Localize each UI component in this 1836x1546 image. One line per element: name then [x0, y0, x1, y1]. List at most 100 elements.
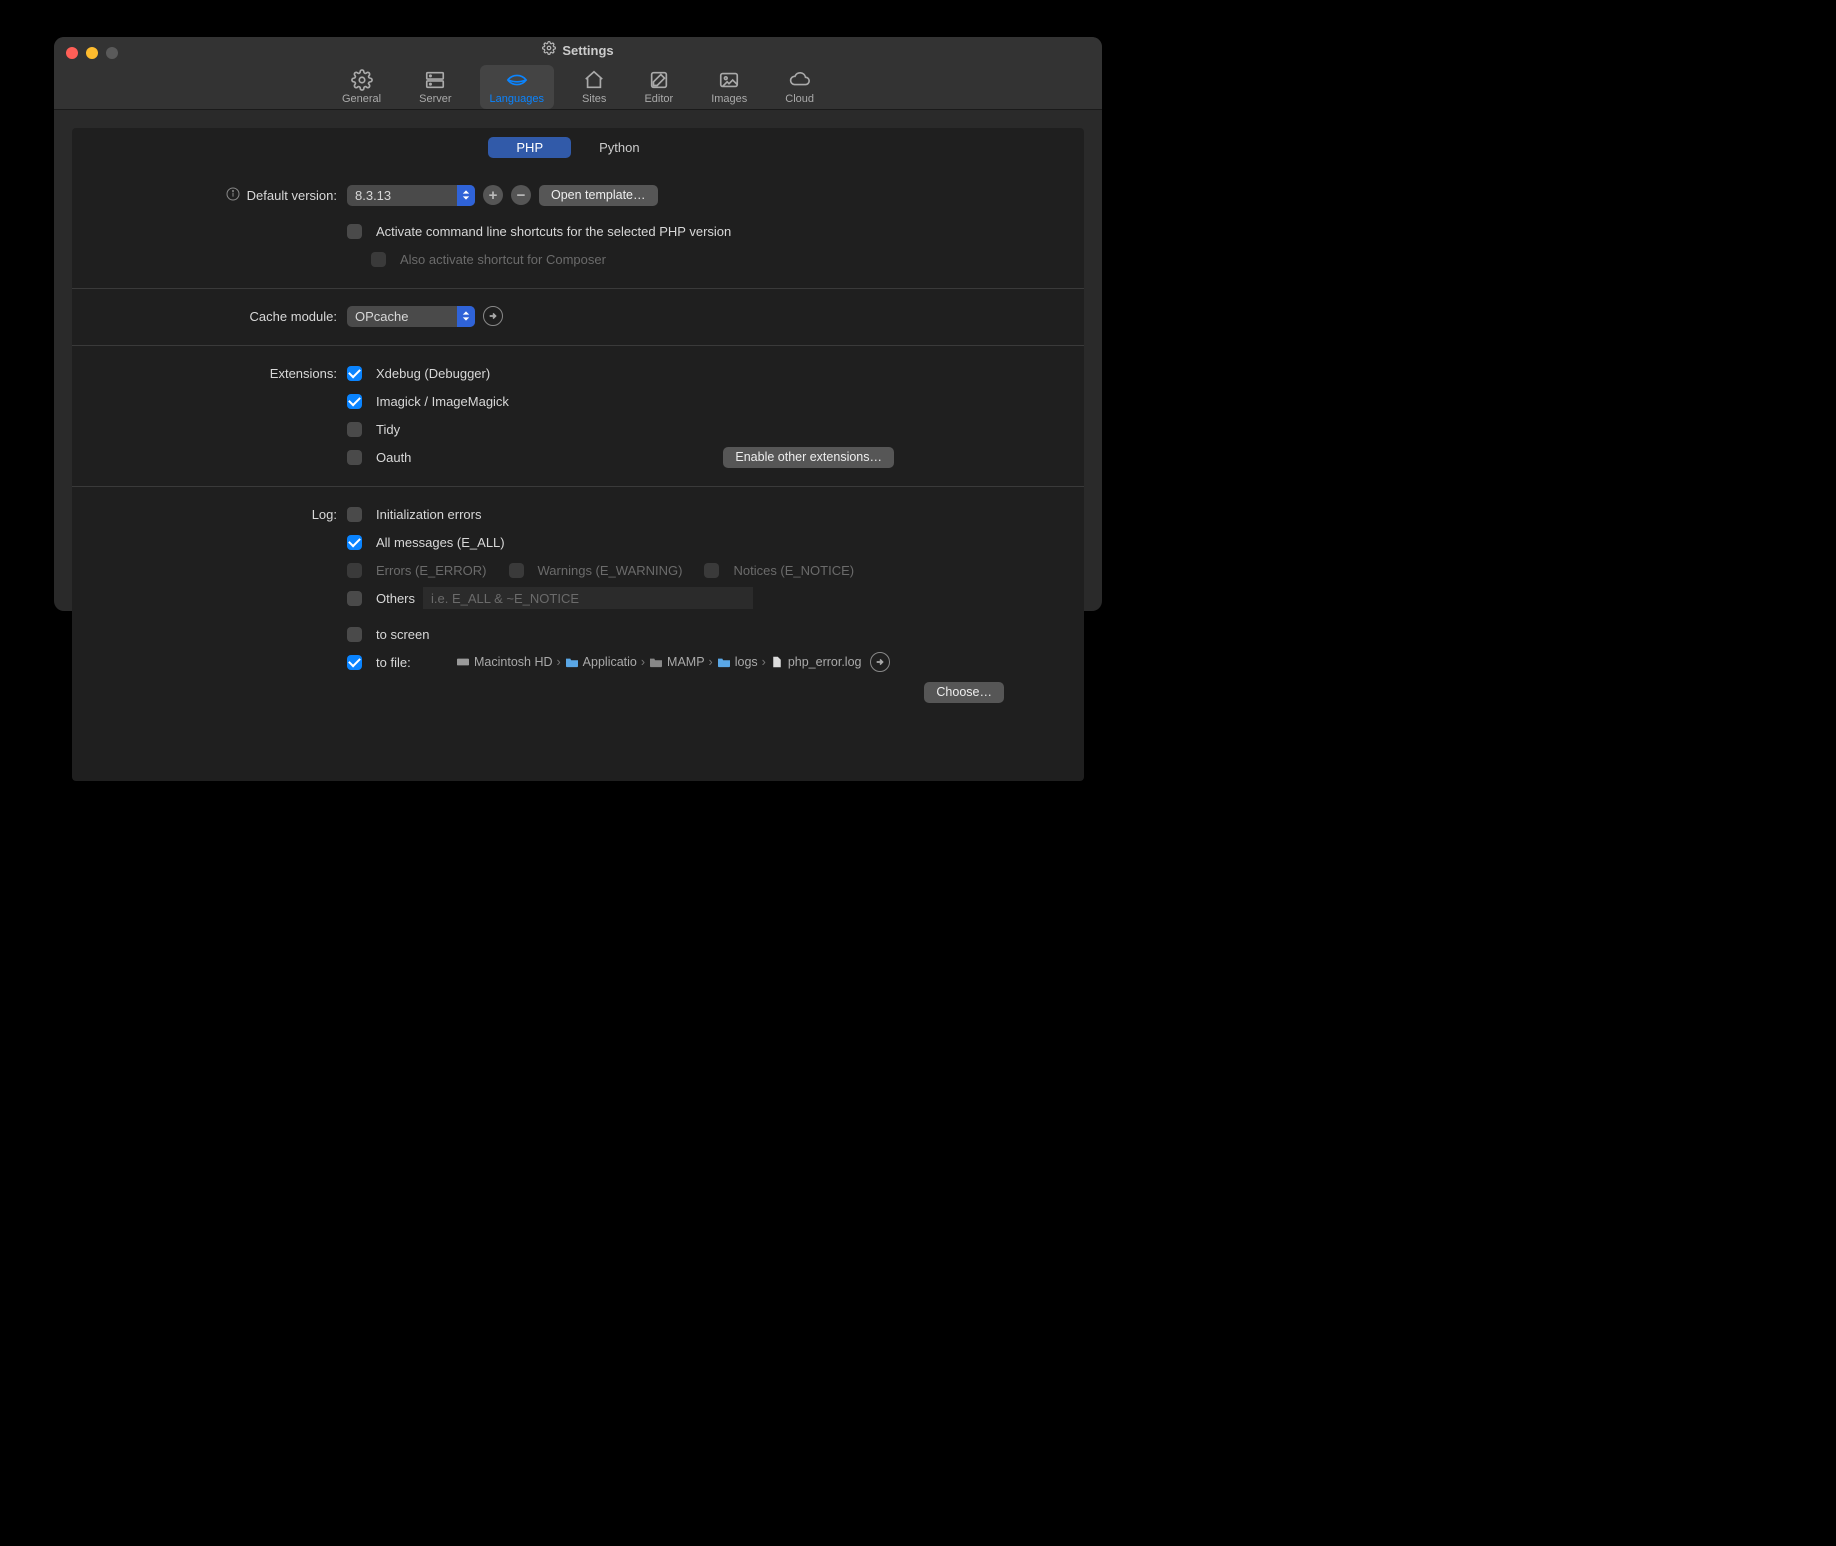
activate-cli-label: Activate command line shortcuts for the …	[376, 224, 731, 239]
settings-window: Settings General Server Languages Sites …	[54, 37, 1102, 611]
enable-other-extensions-button[interactable]: Enable other extensions…	[723, 447, 894, 468]
log-warnings-checkbox	[509, 563, 524, 578]
remove-version-button[interactable]: −	[511, 185, 531, 205]
path-disk[interactable]: Macintosh HD	[456, 655, 553, 669]
section-extensions: Extensions: Xdebug (Debugger) Imagick / …	[72, 346, 1084, 487]
toolbar-tab-general[interactable]: General	[332, 65, 391, 109]
extension-label: Imagick / ImageMagick	[376, 394, 509, 409]
toolbar-tab-server[interactable]: Server	[409, 65, 461, 109]
toolbar-tab-sites[interactable]: Sites	[572, 65, 616, 109]
edit-icon	[647, 69, 671, 91]
toolbar-tab-editor[interactable]: Editor	[634, 65, 683, 109]
log-to-file-checkbox[interactable]	[347, 655, 362, 670]
settings-panel: PHP Python Default version: 8.3.13	[72, 128, 1084, 781]
window-controls	[66, 47, 118, 59]
chevron-right-icon: ›	[762, 655, 766, 669]
cache-label: Cache module:	[250, 309, 337, 324]
log-warnings-label: Warnings (E_WARNING)	[538, 563, 683, 578]
log-init-errors-checkbox[interactable]	[347, 507, 362, 522]
extensions-label: Extensions:	[270, 366, 337, 381]
subtab-python[interactable]: Python	[571, 137, 667, 158]
activate-composer-label: Also activate shortcut for Composer	[400, 252, 606, 267]
log-to-screen-checkbox[interactable]	[347, 627, 362, 642]
home-icon	[582, 69, 606, 91]
activate-cli-checkbox[interactable]	[347, 224, 362, 239]
log-all-messages-checkbox[interactable]	[347, 535, 362, 550]
path-mamp[interactable]: MAMP	[649, 655, 705, 669]
folder-icon	[649, 656, 663, 668]
gear-icon	[350, 69, 374, 91]
minimize-window-button[interactable]	[86, 47, 98, 59]
gear-icon	[542, 37, 556, 65]
toolbar-label: Editor	[644, 93, 673, 105]
toolbar-label: Server	[419, 93, 451, 105]
log-notices-checkbox	[704, 563, 719, 578]
path-logs[interactable]: logs	[717, 655, 758, 669]
titlebar: Settings General Server Languages Sites …	[54, 37, 1102, 110]
activate-composer-checkbox	[371, 252, 386, 267]
open-template-button[interactable]: Open template…	[539, 185, 658, 206]
zoom-window-button[interactable]	[106, 47, 118, 59]
toolbar-tab-languages[interactable]: Languages	[480, 65, 554, 109]
chevron-up-down-icon	[457, 185, 475, 206]
reveal-log-file-button[interactable]	[870, 652, 890, 672]
log-to-file-label: to file:	[376, 655, 426, 670]
lips-icon	[505, 69, 529, 91]
dropdown-value: OPcache	[347, 309, 457, 324]
file-icon	[770, 656, 784, 668]
path-applications[interactable]: Applicatio	[565, 655, 637, 669]
toolbar: General Server Languages Sites Editor Im…	[54, 65, 1102, 109]
toolbar-label: Languages	[490, 93, 544, 105]
log-file-path: Macintosh HD › Applicatio › MAMP ›	[456, 652, 890, 672]
cloud-icon	[788, 69, 812, 91]
toolbar-label: Sites	[582, 93, 606, 105]
choose-log-file-button[interactable]: Choose…	[924, 682, 1004, 703]
extension-xdebug-checkbox[interactable]	[347, 366, 362, 381]
toolbar-tab-cloud[interactable]: Cloud	[775, 65, 824, 109]
image-icon	[717, 69, 741, 91]
log-label: Log:	[312, 507, 337, 522]
toolbar-label: General	[342, 93, 381, 105]
extension-imagick-checkbox[interactable]	[347, 394, 362, 409]
cache-module-dropdown[interactable]: OPcache	[347, 306, 475, 327]
path-file[interactable]: php_error.log	[770, 655, 862, 669]
default-version-dropdown[interactable]: 8.3.13	[347, 185, 475, 206]
toolbar-label: Cloud	[785, 93, 814, 105]
chevron-right-icon: ›	[557, 655, 561, 669]
chevron-right-icon: ›	[709, 655, 713, 669]
section-cache: Cache module: OPcache	[72, 289, 1084, 346]
subtab-php[interactable]: PHP	[488, 137, 571, 158]
log-all-messages-label: All messages (E_ALL)	[376, 535, 505, 550]
dropdown-value: 8.3.13	[347, 188, 457, 203]
chevron-right-icon: ›	[641, 655, 645, 669]
default-version-label: Default version:	[247, 188, 337, 203]
toolbar-label: Images	[711, 93, 747, 105]
server-icon	[423, 69, 447, 91]
log-init-errors-label: Initialization errors	[376, 507, 482, 522]
window-title: Settings	[54, 37, 1102, 65]
folder-icon	[717, 656, 731, 668]
info-icon[interactable]	[225, 186, 241, 205]
log-to-screen-label: to screen	[376, 627, 429, 642]
extension-label: Tidy	[376, 422, 400, 437]
log-errors-checkbox	[347, 563, 362, 578]
add-version-button[interactable]: +	[483, 185, 503, 205]
log-others-checkbox[interactable]	[347, 591, 362, 606]
disk-icon	[456, 656, 470, 668]
window-title-text: Settings	[562, 37, 613, 65]
section-log: Log: Initialization errors All messages …	[72, 487, 1084, 721]
folder-icon	[565, 656, 579, 668]
extension-tidy-checkbox[interactable]	[347, 422, 362, 437]
log-errors-label: Errors (E_ERROR)	[376, 563, 487, 578]
log-notices-label: Notices (E_NOTICE)	[733, 563, 854, 578]
cache-arrow-button[interactable]	[483, 306, 503, 326]
toolbar-tab-images[interactable]: Images	[701, 65, 757, 109]
extension-label: Xdebug (Debugger)	[376, 366, 490, 381]
extension-label: Oauth	[376, 450, 411, 465]
language-subtabs: PHP Python	[72, 128, 1084, 168]
close-window-button[interactable]	[66, 47, 78, 59]
log-others-input[interactable]	[423, 587, 753, 609]
log-others-label: Others	[376, 591, 415, 606]
extension-oauth-checkbox[interactable]	[347, 450, 362, 465]
chevron-up-down-icon	[457, 306, 475, 327]
